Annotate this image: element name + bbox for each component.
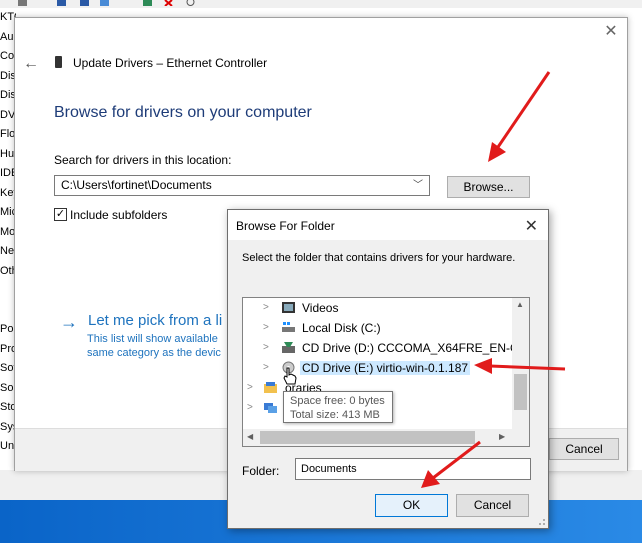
dialog-cancel-button[interactable]: Cancel — [456, 494, 529, 517]
download-icon[interactable] — [186, 0, 195, 6]
videos-icon — [282, 302, 295, 313]
drive-info-tooltip: Space free: 0 bytes Total size: 413 MB — [283, 391, 393, 423]
include-subfolders-checkbox[interactable]: ✓ — [54, 208, 67, 221]
tooltip-space-free: Space free: 0 bytes — [290, 395, 385, 407]
chevron-right-icon[interactable]: > — [247, 402, 253, 413]
scroll-up-icon[interactable]: ▲ — [516, 300, 524, 309]
hand-cursor-icon — [283, 367, 297, 385]
scroll-thumb[interactable] — [260, 431, 475, 444]
toolbar-icon[interactable] — [80, 0, 89, 6]
tree-item-label: CD Drive (E:) virtio-win-0.1.187 — [300, 361, 471, 375]
dialog-instruction: Select the folder that contains drivers … — [242, 252, 516, 264]
browse-for-folder-dialog: Browse For Folder ✕ Select the folder th… — [227, 209, 549, 529]
cd-drive-icon — [282, 342, 295, 353]
tree-item-label: Local Disk (C:) — [302, 321, 381, 335]
pick-from-list-description: This list will show available same categ… — [87, 332, 237, 360]
scroll-right-icon[interactable]: ▶ — [499, 432, 505, 441]
background-toolbar — [0, 0, 642, 8]
tree-item-label: Videos — [302, 301, 339, 315]
driver-path-combobox[interactable]: C:\Users\fortinet\Documents ﹀ — [54, 175, 430, 196]
toolbar-icon[interactable] — [18, 0, 27, 6]
tree-item-label: CD Drive (D:) CCCOMA_X64FRE_EN-GB_ — [302, 341, 530, 355]
network-adapter-icon — [55, 56, 62, 68]
network-icon — [264, 403, 277, 413]
libraries-icon — [264, 382, 277, 393]
page-heading: Browse for drivers on your computer — [54, 104, 312, 121]
search-location-label: Search for drivers in this location: — [54, 153, 232, 167]
pick-desc-line: same category as the devic — [87, 347, 221, 359]
close-icon[interactable]: ✕ — [603, 24, 619, 40]
wizard-cancel-button[interactable]: Cancel — [549, 438, 619, 460]
arrow-right-icon[interactable]: → — [60, 312, 78, 333]
dialog-title: Browse For Folder — [236, 219, 335, 233]
tree-item-videos[interactable]: > Videos — [243, 298, 513, 318]
pick-from-list-link[interactable]: Let me pick from a li — [88, 312, 222, 329]
chevron-right-icon[interactable]: > — [263, 322, 269, 333]
close-icon[interactable]: ✕ — [525, 216, 538, 236]
chevron-down-icon[interactable]: ﹀ — [413, 176, 423, 195]
toolbar-icon[interactable] — [100, 0, 109, 6]
tree-item-cd-drive-d[interactable]: > CD Drive (D:) CCCOMA_X64FRE_EN-GB_ — [243, 338, 529, 358]
toolbar-icon[interactable] — [143, 0, 152, 6]
back-arrow-icon[interactable]: ← — [23, 55, 39, 73]
driver-path-value: C:\Users\fortinet\Documents — [61, 178, 212, 192]
chevron-right-icon[interactable]: > — [247, 382, 253, 393]
tree-horizontal-scrollbar[interactable]: ◀ ▶ — [243, 429, 529, 446]
folder-input[interactable]: Documents — [295, 458, 531, 480]
window-title: Update Drivers – Ethernet Controller — [73, 56, 268, 70]
include-subfolders-label: Include subfolders — [70, 208, 168, 222]
toolbar-icon[interactable] — [57, 0, 66, 6]
local-disk-icon — [282, 322, 295, 332]
chevron-right-icon[interactable]: > — [263, 362, 269, 373]
folder-label: Folder: — [242, 464, 280, 478]
chevron-right-icon[interactable]: > — [263, 302, 269, 313]
resize-grip-icon[interactable] — [536, 516, 546, 526]
delete-icon[interactable] — [164, 0, 173, 6]
pick-desc-line: This list will show available — [87, 333, 218, 345]
tree-vertical-scrollbar[interactable]: ▲ — [512, 298, 529, 429]
tooltip-total-size: Total size: 413 MB — [290, 409, 380, 421]
scroll-left-icon[interactable]: ◀ — [247, 432, 253, 441]
ok-button[interactable]: OK — [375, 494, 448, 517]
dialog-titlebar: Browse For Folder ✕ — [228, 210, 548, 240]
tree-item-local-disk[interactable]: > Local Disk (C:) — [243, 318, 513, 338]
scroll-thumb[interactable] — [514, 374, 527, 410]
chevron-right-icon[interactable]: > — [263, 342, 269, 353]
browse-button[interactable]: Browse... — [447, 176, 530, 198]
